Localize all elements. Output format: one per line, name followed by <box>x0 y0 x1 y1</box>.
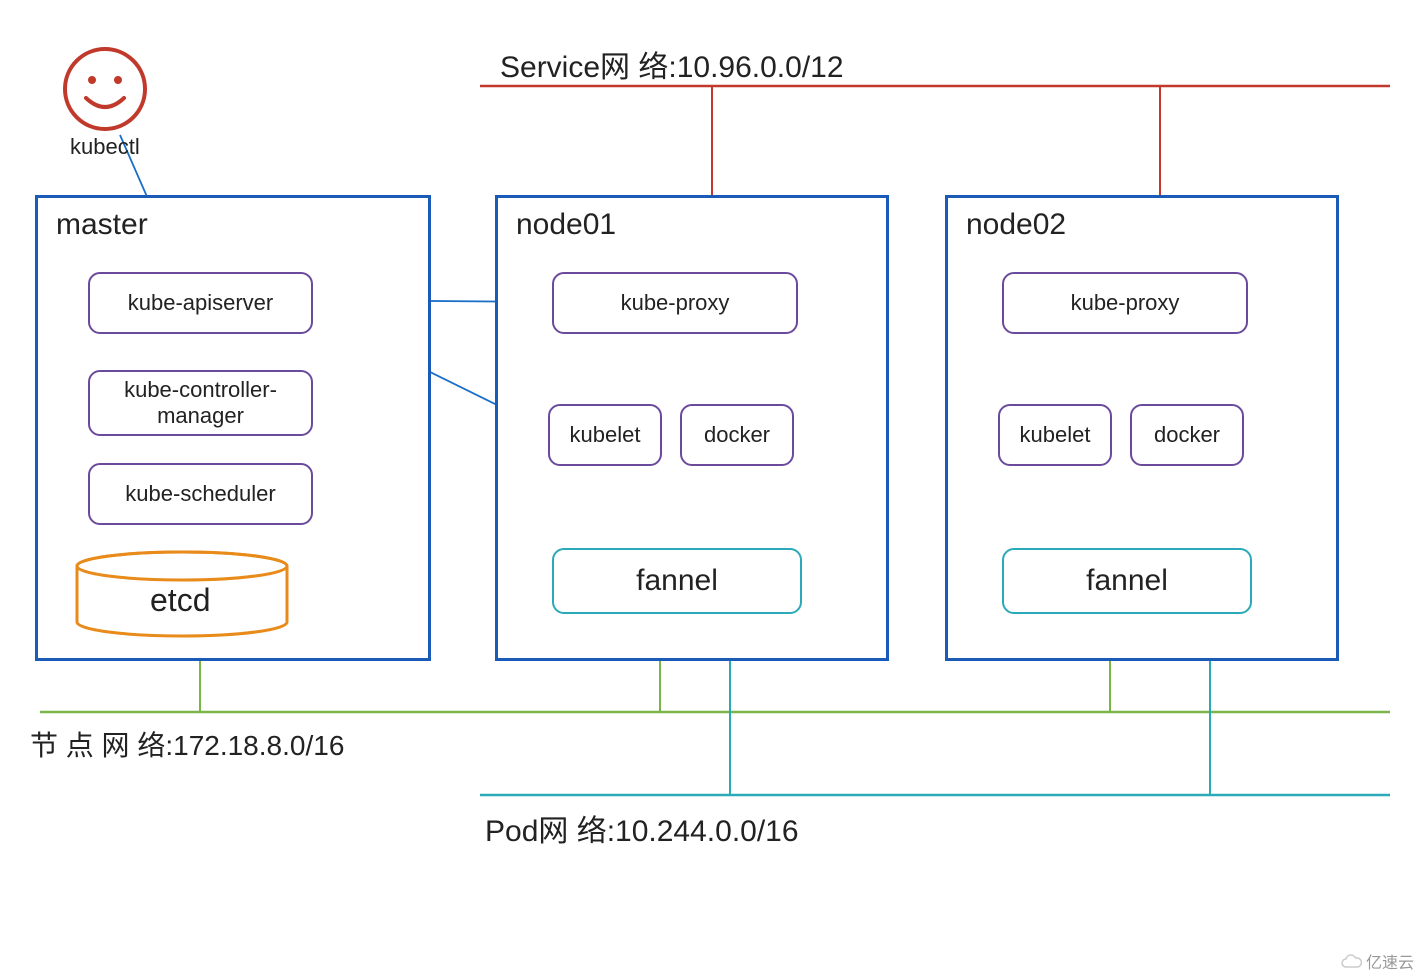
kubectl-icon <box>62 46 148 137</box>
node01-title: node01 <box>516 208 616 242</box>
kube-scheduler-label: kube-scheduler <box>125 481 275 507</box>
watermark-text: 亿速云 <box>1366 949 1414 973</box>
kube-apiserver-box: kube-apiserver <box>88 272 313 334</box>
kubectl-label: kubectl <box>70 134 140 160</box>
node02-docker-box: docker <box>1130 404 1244 466</box>
node02-fannel-box: fannel <box>1002 548 1252 614</box>
node01-kube-proxy-box: kube-proxy <box>552 272 798 334</box>
node01-docker-label: docker <box>704 422 770 448</box>
kube-controller-manager-label: kube-controller- manager <box>124 377 277 430</box>
node01-docker-box: docker <box>680 404 794 466</box>
node01-kubelet-label: kubelet <box>570 422 641 448</box>
node02-kubelet-label: kubelet <box>1020 422 1091 448</box>
node02-fannel-label: fannel <box>1086 564 1168 598</box>
node01-fannel-box: fannel <box>552 548 802 614</box>
node02-title: node02 <box>966 208 1066 242</box>
master-title: master <box>56 208 148 242</box>
node01-kubelet-box: kubelet <box>548 404 662 466</box>
node02-kubelet-box: kubelet <box>998 404 1112 466</box>
node-network-label: 节 点 网 络:172.18.8.0/16 <box>30 724 344 764</box>
kube-apiserver-label: kube-apiserver <box>128 290 274 316</box>
watermark: 亿速云 <box>1340 949 1414 973</box>
etcd-label: etcd <box>150 582 210 619</box>
service-network-label: Service网 络:10.96.0.0/12 <box>500 42 844 86</box>
kube-scheduler-box: kube-scheduler <box>88 463 313 525</box>
node01-fannel-label: fannel <box>636 564 718 598</box>
node02-kube-proxy-box: kube-proxy <box>1002 272 1248 334</box>
kube-controller-manager-box: kube-controller- manager <box>88 370 313 436</box>
node02-docker-label: docker <box>1154 422 1220 448</box>
pod-network-label: Pod网 络:10.244.0.0/16 <box>485 806 799 850</box>
node02-kube-proxy-label: kube-proxy <box>1071 290 1180 316</box>
node01-kube-proxy-label: kube-proxy <box>621 290 730 316</box>
cloud-icon <box>1340 953 1362 969</box>
